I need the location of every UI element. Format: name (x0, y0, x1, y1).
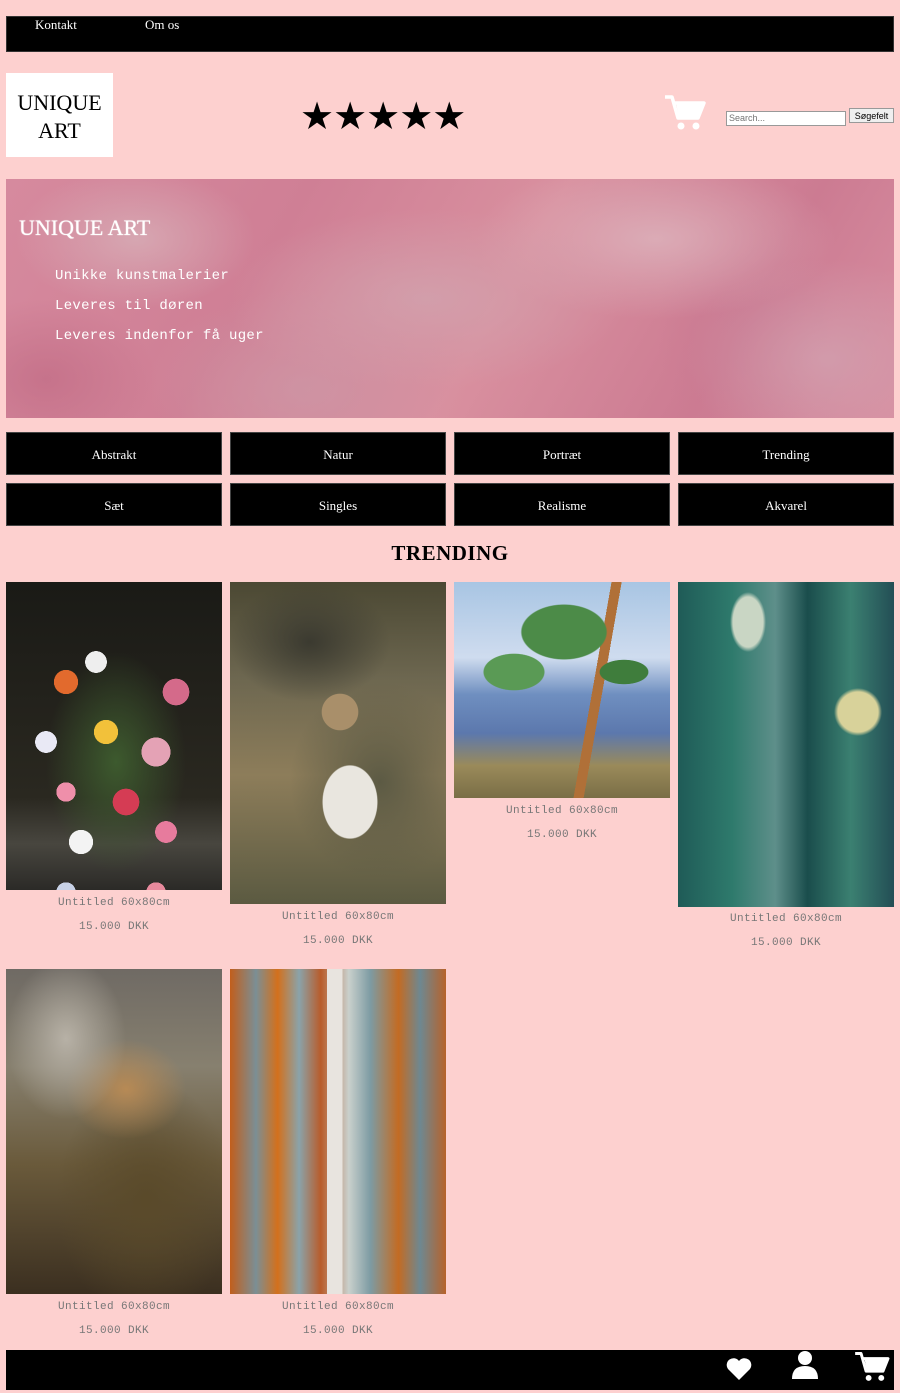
product-price: 15.000 DKK (302, 1325, 373, 1337)
product-price: 15.000 DKK (302, 935, 373, 947)
hero-banner: UNIQUE ART Unikke kunstmalerier Leveres … (6, 179, 894, 418)
product-image-tree[interactable] (454, 582, 670, 798)
hero-line-1: Unikke kunstmalerier (55, 268, 230, 284)
cart-icon[interactable] (854, 1351, 890, 1388)
product-title[interactable]: Untitled 60x80cm (678, 913, 894, 925)
product-image-landscape[interactable] (6, 969, 222, 1294)
user-icon[interactable] (791, 1350, 819, 1385)
category-button-singles[interactable]: Singles (230, 483, 446, 526)
category-button-trending[interactable]: Trending (678, 432, 894, 475)
search-form: Søgefelt (726, 108, 894, 126)
product-title[interactable]: Untitled 60x80cm (454, 805, 670, 817)
product-title[interactable]: Untitled 60x80cm (6, 1301, 222, 1313)
nav-link-om-os[interactable]: Om os (145, 17, 179, 33)
footer-bar (6, 1350, 894, 1390)
product-image-abstract-green[interactable] (678, 582, 894, 907)
product-image-girl[interactable] (230, 582, 446, 904)
product-title[interactable]: Untitled 60x80cm (230, 1301, 446, 1313)
category-button-realisme[interactable]: Realisme (454, 483, 670, 526)
section-title-trending: TRENDING (391, 541, 509, 565)
logo-line-2: ART (38, 118, 81, 143)
category-button-saet[interactable]: Sæt (6, 483, 222, 526)
product-price: 15.000 DKK (526, 829, 597, 841)
cart-icon[interactable] (664, 94, 706, 137)
category-button-abstrakt[interactable]: Abstrakt (6, 432, 222, 475)
product-price: 15.000 DKK (78, 1325, 149, 1337)
hero-title: UNIQUE ART (19, 215, 151, 240)
category-button-portraet[interactable]: Portræt (454, 432, 670, 475)
category-button-akvarel[interactable]: Akvarel (678, 483, 894, 526)
site-logo[interactable]: UNIQUE ART (6, 73, 113, 157)
product-title[interactable]: Untitled 60x80cm (230, 911, 446, 923)
product-price: 15.000 DKK (750, 937, 821, 949)
product-price: 15.000 DKK (78, 921, 149, 933)
nav-link-kontakt[interactable]: Kontakt (35, 17, 77, 33)
hero-line-2: Leveres til døren (55, 298, 203, 314)
product-title[interactable]: Untitled 60x80cm (6, 897, 222, 909)
hero-line-3: Leveres indenfor få uger (55, 328, 264, 344)
product-image-abstract-autumn[interactable] (230, 969, 446, 1294)
product-image-flowers[interactable] (6, 582, 222, 890)
rating-stars: ★★★★★ (300, 94, 466, 138)
top-navigation: Kontakt Om os (6, 16, 894, 52)
category-button-natur[interactable]: Natur (230, 432, 446, 475)
logo-line-1: UNIQUE (17, 90, 102, 115)
search-button[interactable]: Søgefelt (849, 108, 894, 123)
search-input[interactable] (726, 110, 846, 126)
heart-icon[interactable] (725, 1356, 753, 1387)
